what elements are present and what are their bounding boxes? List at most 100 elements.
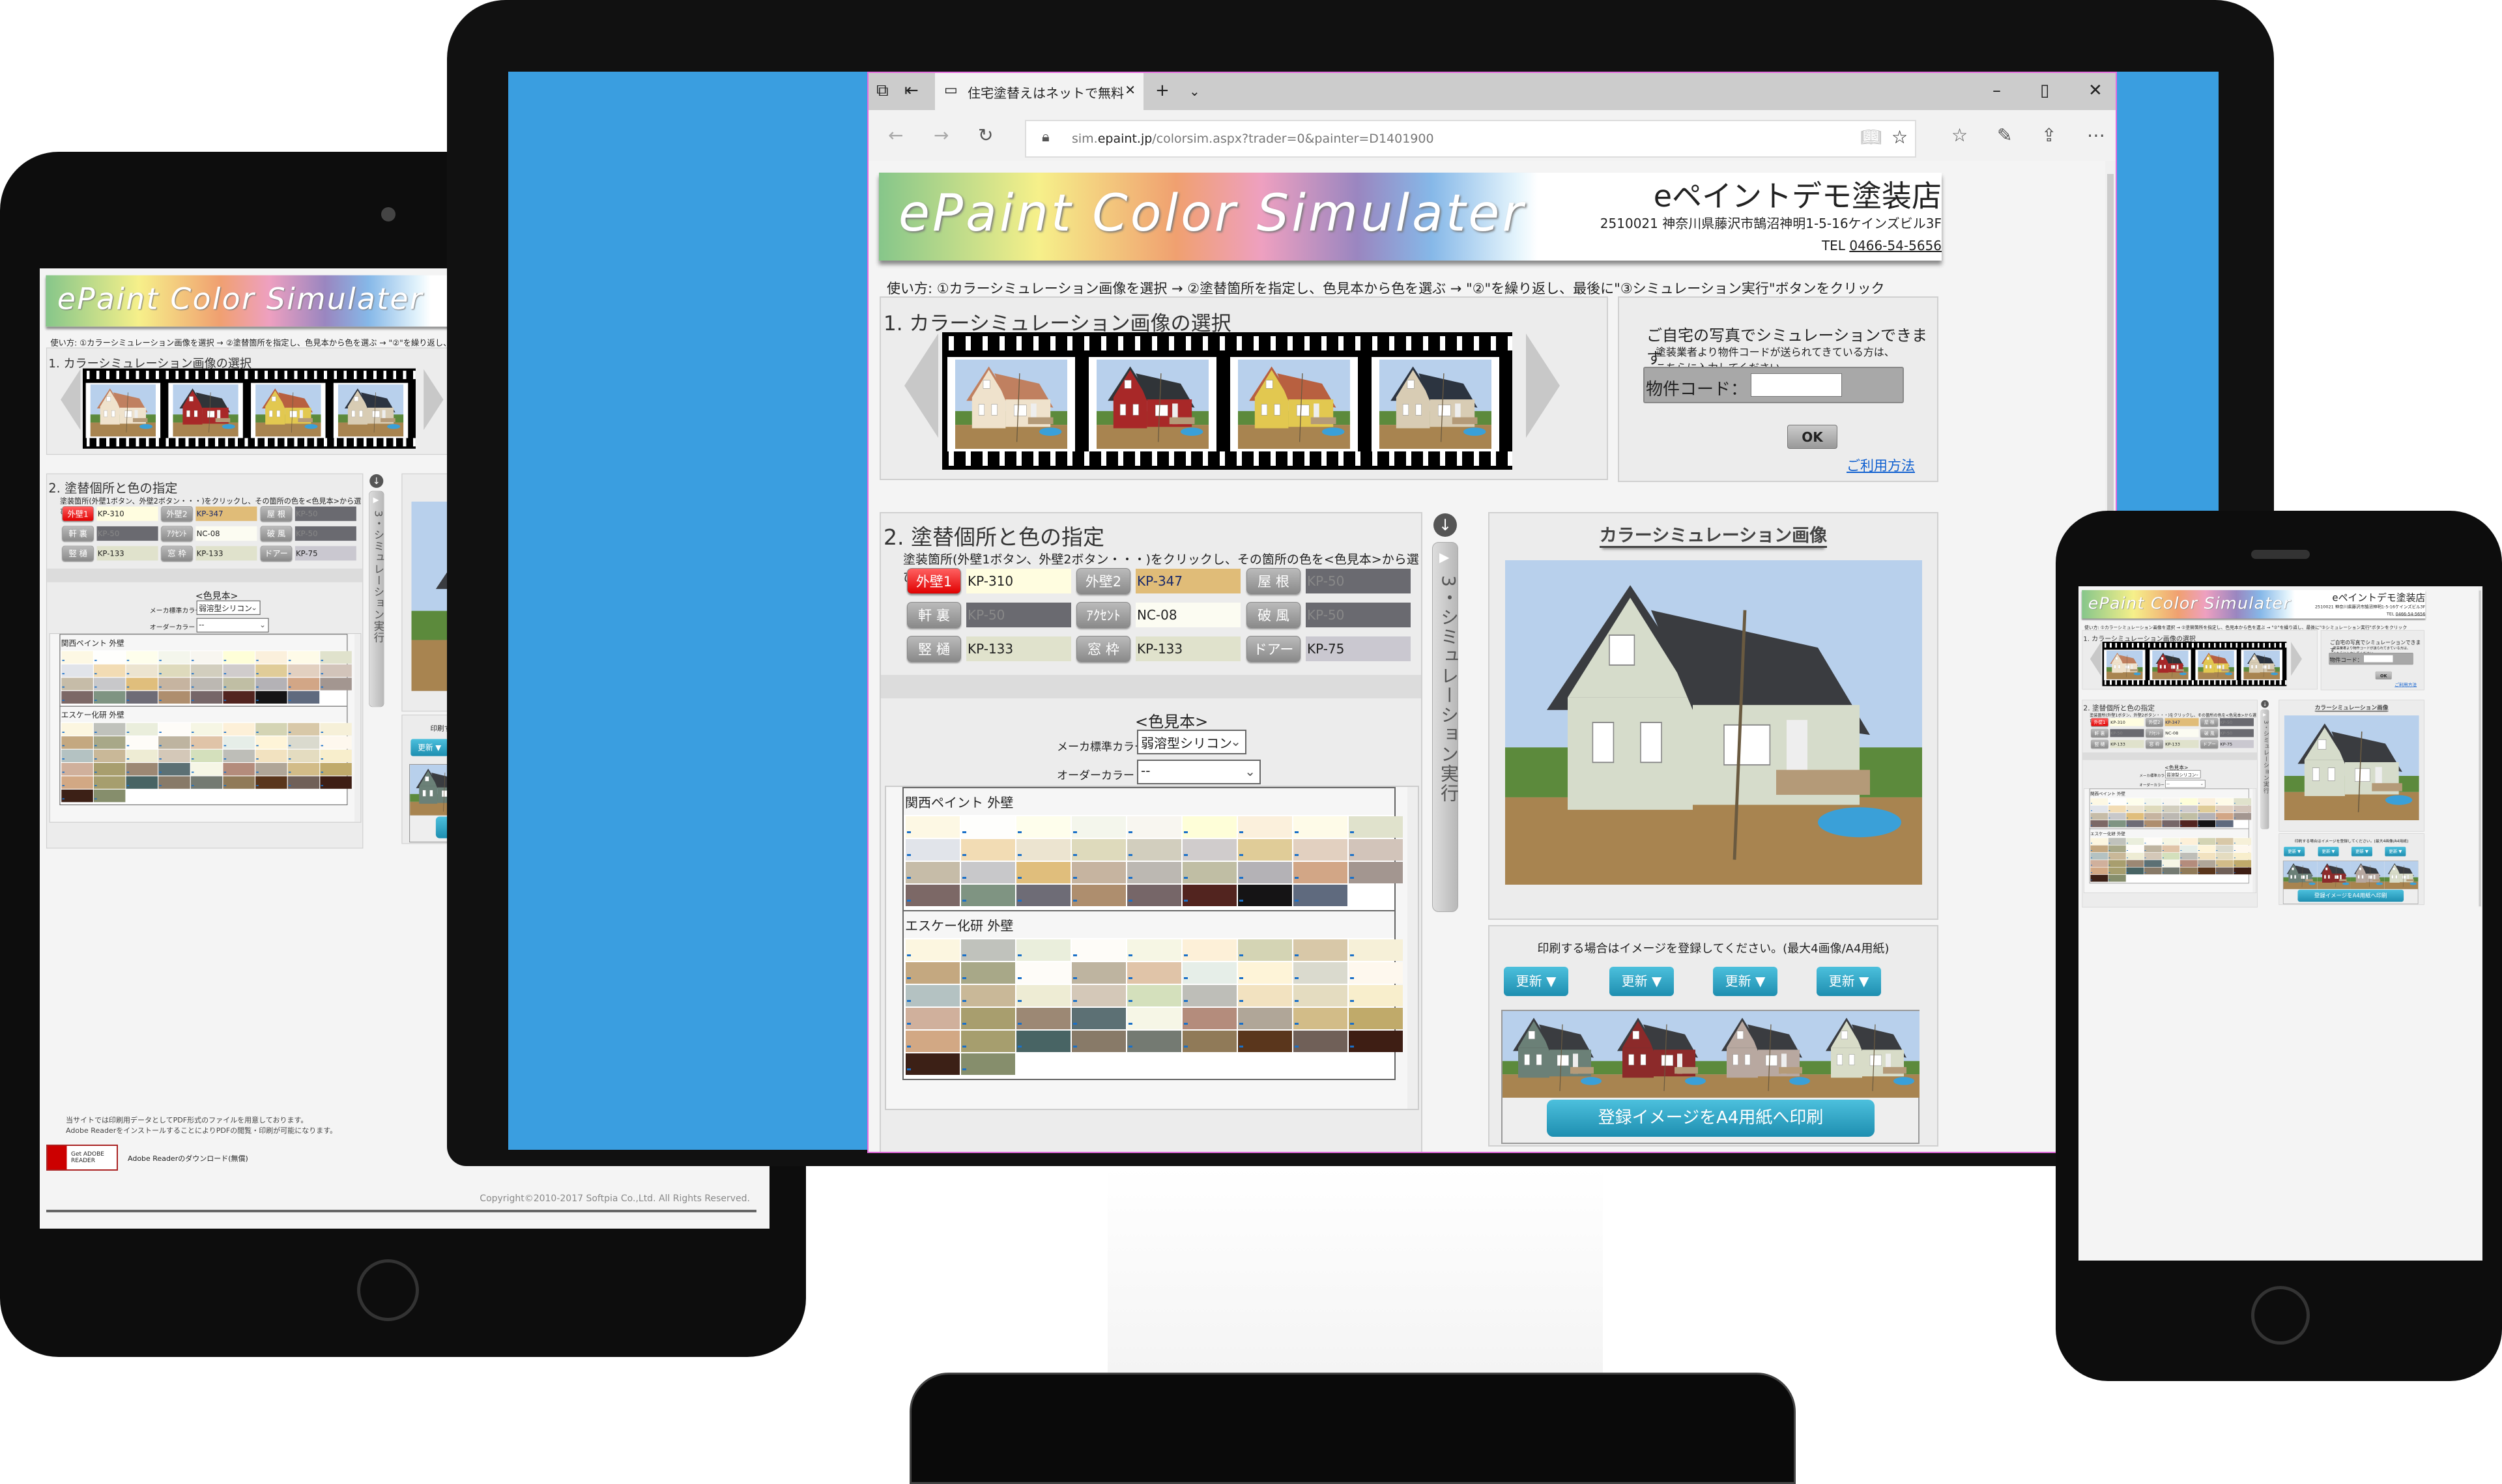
color-swatch[interactable]	[2179, 805, 2198, 813]
color-swatch[interactable]	[2108, 838, 2126, 845]
color-swatch[interactable]	[906, 962, 960, 984]
color-swatch[interactable]	[2090, 860, 2108, 867]
color-swatch[interactable]	[1072, 985, 1126, 1006]
color-swatch[interactable]	[2179, 820, 2198, 827]
color-swatch[interactable]	[2179, 867, 2198, 875]
part-button[interactable]: 外壁1	[2091, 718, 2108, 726]
part-button[interactable]: 屋 根	[2200, 718, 2219, 726]
color-swatch[interactable]	[2144, 860, 2162, 867]
color-swatch[interactable]	[2234, 812, 2252, 820]
back-icon[interactable]: ←	[888, 124, 903, 146]
color-swatch[interactable]	[158, 763, 190, 776]
color-swatch[interactable]	[2234, 852, 2252, 860]
registered-image[interactable]	[1607, 1011, 1711, 1098]
color-swatch[interactable]	[961, 816, 1015, 838]
refresh-icon[interactable]: ↻	[978, 124, 993, 146]
color-swatch[interactable]	[2215, 798, 2234, 805]
color-swatch[interactable]	[223, 776, 255, 789]
registered-image[interactable]	[1815, 1011, 1920, 1098]
prev-arrow-icon[interactable]	[2090, 642, 2101, 676]
color-swatch[interactable]	[2126, 867, 2144, 875]
ok-button[interactable]: OK	[2375, 671, 2392, 679]
color-swatch[interactable]	[320, 664, 352, 678]
update-button[interactable]: 更新 ▼	[1504, 967, 1568, 996]
color-swatch[interactable]	[255, 776, 287, 789]
color-swatch[interactable]	[2090, 845, 2108, 853]
color-swatch[interactable]	[255, 763, 287, 776]
house-thumbnail[interactable]	[2241, 649, 2282, 681]
color-swatch[interactable]	[2126, 852, 2144, 860]
color-swatch[interactable]	[158, 678, 190, 691]
color-swatch[interactable]	[1127, 1008, 1181, 1029]
color-swatch[interactable]	[158, 722, 190, 736]
color-swatch[interactable]	[2126, 845, 2144, 853]
color-swatch[interactable]	[61, 691, 93, 704]
color-swatch[interactable]	[2090, 805, 2108, 813]
color-swatch[interactable]	[1016, 839, 1071, 861]
color-swatch[interactable]	[1127, 985, 1181, 1006]
color-swatch[interactable]	[61, 651, 93, 664]
color-swatch[interactable]	[1293, 962, 1347, 984]
color-swatch[interactable]	[1349, 862, 1403, 883]
color-swatch[interactable]	[2090, 812, 2108, 820]
color-swatch[interactable]	[158, 749, 190, 762]
color-swatch[interactable]	[93, 651, 126, 664]
color-swatch[interactable]	[61, 790, 93, 803]
house-thumbnail[interactable]	[947, 357, 1075, 451]
color-swatch[interactable]	[906, 1008, 960, 1029]
color-swatch[interactable]	[93, 691, 126, 704]
color-swatch[interactable]	[1293, 1031, 1347, 1052]
color-swatch[interactable]	[2108, 805, 2126, 813]
close-tab-icon[interactable]: ✕	[1125, 82, 1136, 98]
color-swatch[interactable]	[2234, 867, 2252, 875]
color-swatch[interactable]	[2144, 805, 2162, 813]
color-swatch[interactable]	[287, 749, 320, 762]
color-swatch[interactable]	[961, 862, 1015, 883]
registered-image[interactable]	[1711, 1011, 1815, 1098]
web-note-pen-icon[interactable]: ✎	[1997, 124, 2012, 146]
color-swatch[interactable]	[1016, 939, 1071, 961]
color-swatch[interactable]	[1293, 985, 1347, 1006]
house-thumbnail[interactable]	[168, 382, 243, 438]
color-swatch[interactable]	[1238, 939, 1292, 961]
color-swatch[interactable]	[2090, 867, 2108, 875]
color-swatch[interactable]	[2144, 812, 2162, 820]
color-swatch[interactable]	[320, 722, 352, 736]
part-button[interactable]: 軒 裏	[2091, 728, 2108, 737]
color-swatch[interactable]	[2215, 845, 2234, 853]
color-swatch[interactable]	[320, 651, 352, 664]
forward-icon[interactable]: →	[934, 124, 949, 146]
part-button[interactable]: 外壁1	[907, 568, 961, 594]
color-swatch[interactable]	[190, 749, 223, 762]
color-swatch[interactable]	[1293, 862, 1347, 883]
maximize-icon[interactable]: ▯	[2040, 81, 2049, 100]
house-thumbnail[interactable]	[1230, 357, 1358, 451]
share-icon[interactable]: ⇪	[2041, 124, 2056, 146]
color-swatch[interactable]	[2090, 852, 2108, 860]
color-swatch[interactable]	[961, 985, 1015, 1006]
part-button[interactable]: 窓 枠	[2146, 739, 2163, 749]
color-swatch[interactable]	[287, 776, 320, 789]
run-simulation-button[interactable]: ▶ 3・シミュレーション実行	[2260, 709, 2269, 829]
prev-arrow-icon[interactable]	[904, 334, 938, 438]
house-thumbnail[interactable]	[85, 382, 161, 438]
color-swatch[interactable]	[255, 691, 287, 704]
color-swatch[interactable]	[2108, 812, 2126, 820]
color-swatch[interactable]	[223, 763, 255, 776]
color-swatch[interactable]	[2108, 867, 2126, 875]
color-swatch[interactable]	[1238, 1031, 1292, 1052]
color-swatch[interactable]	[906, 985, 960, 1006]
set-aside-tabs-icon[interactable]: ⇤	[904, 81, 919, 100]
color-swatch[interactable]	[287, 763, 320, 776]
part-button[interactable]: ドアー	[1246, 636, 1301, 662]
color-swatch[interactable]	[1293, 839, 1347, 861]
favorite-star-icon[interactable]: ☆	[1891, 126, 1908, 148]
color-swatch[interactable]	[93, 722, 126, 736]
next-arrow-icon[interactable]	[1526, 334, 1560, 438]
color-swatch[interactable]	[2126, 798, 2144, 805]
color-swatch[interactable]	[2198, 812, 2216, 820]
color-swatch[interactable]	[961, 885, 1015, 906]
color-swatch[interactable]	[2162, 838, 2180, 845]
color-swatch[interactable]	[2162, 845, 2180, 853]
color-swatch[interactable]	[93, 749, 126, 762]
